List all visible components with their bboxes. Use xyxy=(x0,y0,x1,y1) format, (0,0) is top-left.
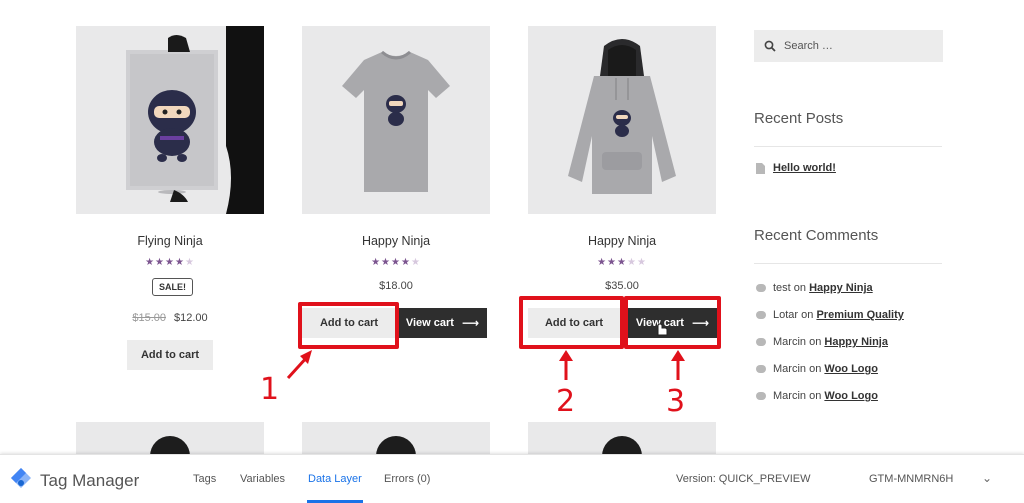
comment-author: Lotar xyxy=(773,309,799,321)
add-to-cart-button[interactable]: Add to cart xyxy=(127,340,213,370)
product-price: $15.00 $12.00 xyxy=(76,312,264,324)
tag-manager-preview-bar: Tag Manager Tags Variables Data Layer Er… xyxy=(0,454,1024,503)
comment-bubble-icon xyxy=(756,311,766,319)
comment-on: on xyxy=(801,309,814,321)
comment-post-link[interactable]: Premium Quality xyxy=(816,309,903,321)
poster-ninja-illustration xyxy=(76,26,264,214)
recent-posts-title: Recent Posts xyxy=(754,110,844,127)
annotation-number-1: 1 xyxy=(260,372,280,407)
tab-errors[interactable]: Errors (0) xyxy=(384,473,430,485)
divider xyxy=(754,146,942,147)
container-id: GTM-MNMRN6H xyxy=(869,473,954,485)
recent-comments-title: Recent Comments xyxy=(754,227,879,244)
comment-post-link[interactable]: Happy Ninja xyxy=(824,336,888,348)
comment-author: Marcin xyxy=(773,390,807,402)
tag-manager-logo-icon xyxy=(11,468,31,488)
chevron-down-icon[interactable]: ⌄ xyxy=(982,471,992,485)
tag-manager-title: Tag Manager xyxy=(40,471,140,490)
comment-item: Marcin on Woo Logo xyxy=(756,363,878,375)
annotation-number-2: 2 xyxy=(556,384,576,419)
product-image-happy-ninja-tshirt[interactable] xyxy=(302,26,490,214)
divider xyxy=(754,263,942,264)
comment-on: on xyxy=(809,336,822,348)
comment-post-link[interactable]: Woo Logo xyxy=(824,390,878,402)
document-icon xyxy=(756,162,765,174)
comment-item: test on Happy Ninja xyxy=(756,282,873,294)
recent-post-link[interactable]: Hello world! xyxy=(773,162,836,174)
view-cart-button[interactable]: View cart ⟶ xyxy=(398,308,487,338)
product-title[interactable]: Happy Ninja xyxy=(528,234,716,248)
annotation-arrow-icon xyxy=(286,350,312,380)
old-price: $15.00 xyxy=(132,312,166,324)
tab-variables[interactable]: Variables xyxy=(240,473,285,485)
tshirt-illustration xyxy=(302,26,490,214)
comment-bubble-icon xyxy=(756,284,766,292)
comment-author: Marcin xyxy=(773,336,807,348)
comment-bubble-icon xyxy=(756,365,766,373)
comment-item: Marcin on Happy Ninja xyxy=(756,336,888,348)
version-label: Version: QUICK_PREVIEW xyxy=(676,473,811,485)
arrow-right-icon: ⟶ xyxy=(461,316,480,330)
product-price: $35.00 xyxy=(605,280,639,292)
comment-post-link[interactable]: Happy Ninja xyxy=(809,282,873,294)
comment-item: Marcin on Woo Logo xyxy=(756,390,878,402)
rating-stars: ★★★★★ xyxy=(371,257,421,268)
product-price: $18.00 xyxy=(379,280,413,292)
comment-on: on xyxy=(809,390,822,402)
search-input[interactable] xyxy=(784,40,934,52)
annotation-number-3: 3 xyxy=(666,384,686,419)
comment-on: on xyxy=(793,282,807,294)
comment-author: test xyxy=(773,282,791,294)
rating-stars: ★★★★★ xyxy=(597,257,647,268)
highlight-box-add-to-cart-2 xyxy=(519,296,624,349)
comment-on: on xyxy=(809,363,822,375)
hoodie-illustration xyxy=(528,26,716,214)
view-cart-label: View cart xyxy=(405,317,454,329)
sale-badge: SALE! xyxy=(152,278,193,296)
search-icon xyxy=(764,40,776,52)
product-image-happy-ninja-hoodie[interactable] xyxy=(528,26,716,214)
annotation-arrow-icon xyxy=(559,350,573,380)
recent-post-item: Hello world! xyxy=(756,162,836,174)
tab-data-layer[interactable]: Data Layer xyxy=(308,473,362,485)
tab-tags[interactable]: Tags xyxy=(193,473,216,485)
highlight-box-view-cart xyxy=(624,296,721,349)
product-title[interactable]: Happy Ninja xyxy=(302,234,490,248)
annotation-arrow-icon xyxy=(671,350,685,380)
comment-bubble-icon xyxy=(756,338,766,346)
product-image-flying-ninja[interactable] xyxy=(76,26,264,214)
current-price: $12.00 xyxy=(174,312,208,324)
rating-stars: ★★★★★ xyxy=(145,257,195,268)
comment-post-link[interactable]: Woo Logo xyxy=(824,363,878,375)
comment-item: Lotar on Premium Quality xyxy=(756,309,904,321)
comment-author: Marcin xyxy=(773,363,807,375)
search-box[interactable] xyxy=(754,30,943,62)
product-title[interactable]: Flying Ninja xyxy=(76,234,264,248)
comment-bubble-icon xyxy=(756,392,766,400)
highlight-box-add-to-cart-1 xyxy=(298,302,399,349)
